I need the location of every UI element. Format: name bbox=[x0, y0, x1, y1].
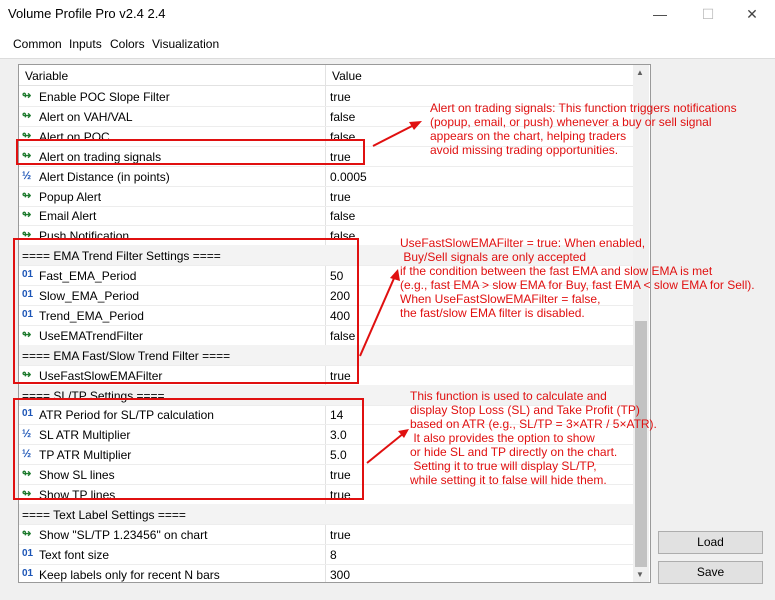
annotation-sltp: This function is used to calculate and d… bbox=[410, 389, 657, 487]
annotation-ema-filter: UseFastSlowEMAFilter = true: When enable… bbox=[400, 236, 755, 320]
annotation-alert-signals: Alert on trading signals: This function … bbox=[430, 101, 737, 157]
